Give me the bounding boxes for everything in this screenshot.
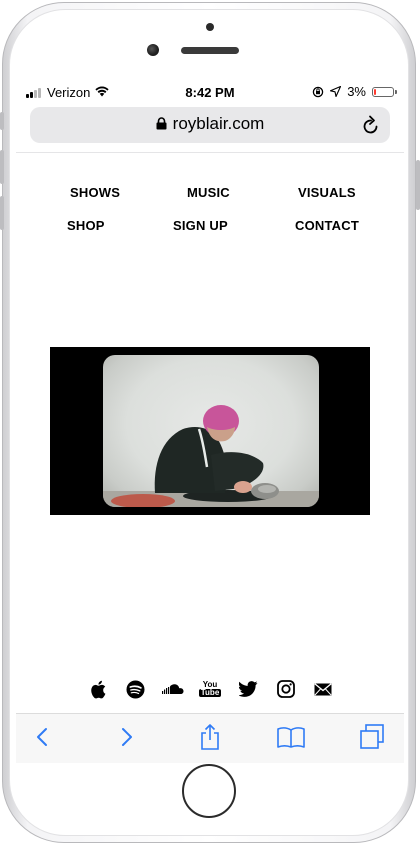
proximity-sensor [206, 23, 214, 31]
address-divider [16, 152, 404, 153]
address-content: royblair.com [30, 114, 390, 134]
mute-switch [0, 112, 4, 130]
rotation-lock-icon [312, 86, 324, 97]
bookmarks-icon[interactable] [276, 722, 306, 752]
nav-sign-up[interactable]: SIGN UP [173, 218, 228, 233]
nav-shows[interactable]: SHOWS [70, 185, 120, 200]
video-thumbnail [103, 355, 319, 507]
volume-down-button [0, 196, 4, 230]
url-text: royblair.com [172, 114, 265, 133]
volume-up-button [0, 150, 4, 184]
video-thumbnail-figure [103, 405, 319, 507]
share-icon[interactable] [195, 722, 225, 752]
instagram-icon[interactable] [275, 678, 297, 700]
battery-icon [372, 86, 397, 97]
soundcloud-icon[interactable] [162, 678, 184, 700]
lock-icon [156, 117, 167, 130]
nav-music[interactable]: MUSIC [187, 185, 230, 200]
battery-percent: 3% [347, 84, 366, 99]
twitter-icon[interactable] [237, 678, 259, 700]
email-icon[interactable] [312, 678, 334, 700]
youtube-logo-text-2: Tube [198, 688, 222, 697]
address-bar[interactable]: royblair.com [30, 107, 390, 143]
front-camera-icon [147, 44, 159, 56]
status-right: 3% [312, 84, 397, 99]
youtube-icon[interactable]: You Tube [198, 678, 222, 700]
nav-contact[interactable]: CONTACT [295, 218, 359, 233]
earpiece-speaker [181, 47, 239, 54]
location-icon [330, 86, 342, 97]
home-button[interactable] [182, 764, 236, 818]
status-bar: Verizon 8:42 PM 3% [16, 80, 404, 104]
battery-level-fill [374, 88, 376, 95]
spotify-icon[interactable] [124, 678, 146, 700]
forward-icon[interactable] [112, 722, 142, 752]
nav-visuals[interactable]: VISUALS [298, 185, 356, 200]
safari-toolbar [16, 713, 404, 763]
video-player[interactable] [50, 347, 370, 515]
reload-icon[interactable] [362, 115, 380, 135]
back-icon[interactable] [27, 722, 57, 752]
screen: Verizon 8:42 PM 3% royblair.com SHOWS MU… [16, 80, 404, 763]
tabs-icon[interactable] [357, 722, 387, 752]
apple-music-icon[interactable] [87, 678, 109, 700]
social-links: You Tube [16, 678, 404, 700]
nav-shop[interactable]: SHOP [67, 218, 105, 233]
power-button [416, 160, 420, 210]
